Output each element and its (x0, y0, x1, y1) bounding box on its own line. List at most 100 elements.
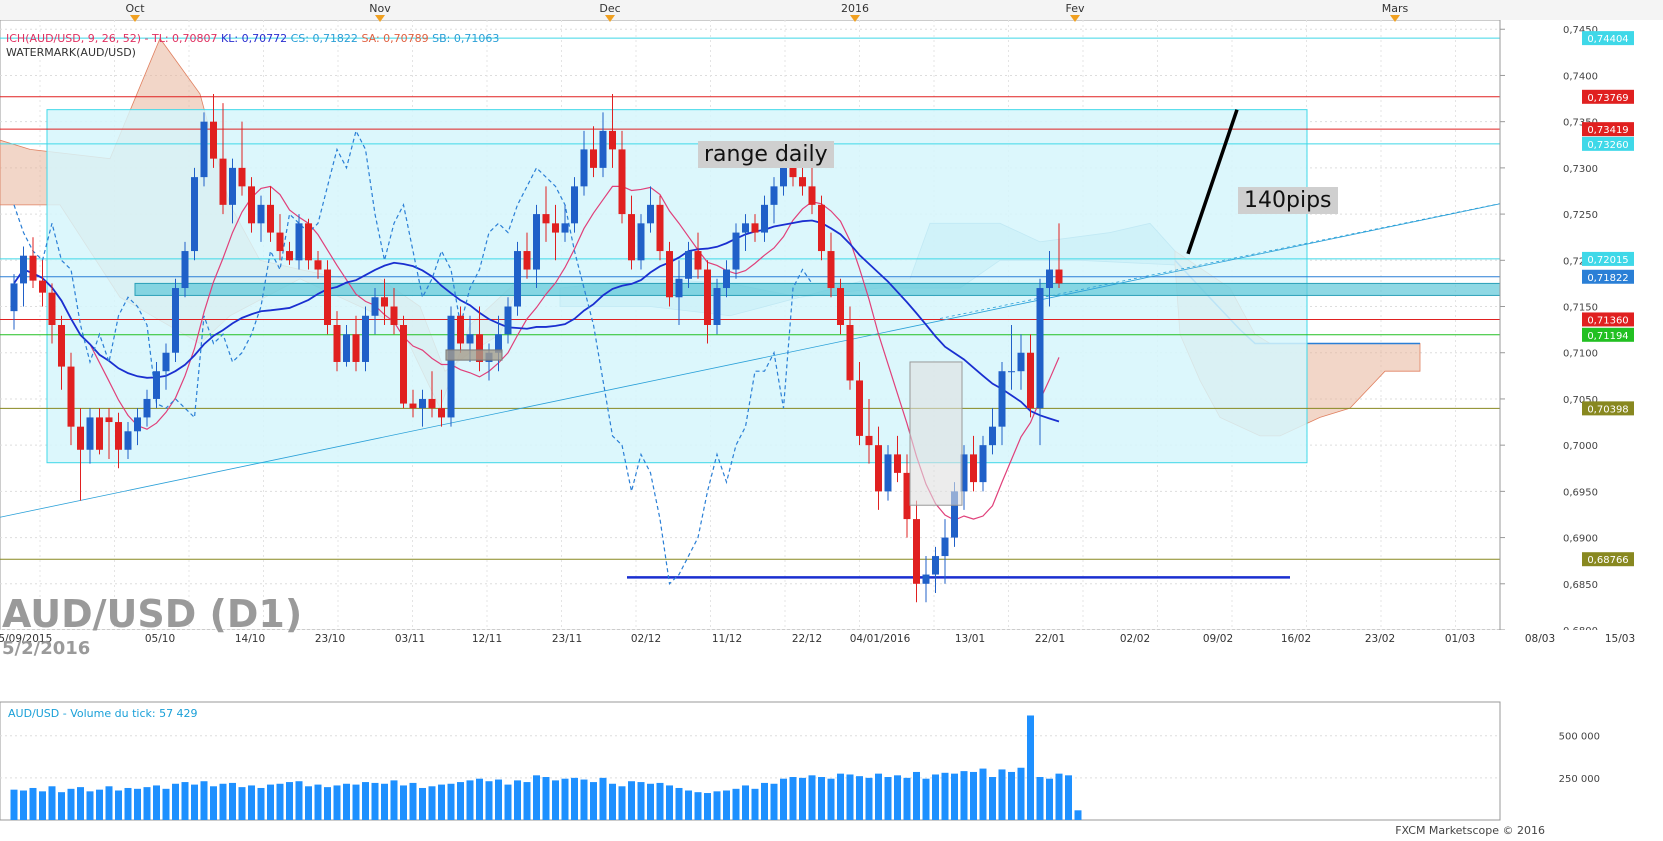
volume-bar (248, 785, 255, 820)
candle-body (438, 408, 445, 418)
candle-body (637, 223, 645, 261)
volume-bar (428, 786, 436, 820)
price-tick-label: 0,6950 (1563, 487, 1598, 498)
volume-bar (713, 791, 721, 820)
price-level-label: 0,71822 (1587, 273, 1628, 284)
date-tick-label: 12/11 (472, 633, 502, 645)
candle-body (704, 269, 711, 325)
volume-bar (153, 785, 160, 820)
candle-body (694, 251, 702, 270)
price-level-label: 0,73260 (1587, 140, 1628, 151)
candle-body (1008, 371, 1015, 373)
volume-bar (884, 777, 892, 820)
volume-bar (932, 774, 939, 820)
volume-panel: 500 000 250 000 (0, 701, 1600, 821)
candle-body (466, 334, 474, 344)
candle-body (998, 371, 1006, 427)
volume-bar (761, 782, 768, 820)
volume-bar (770, 783, 778, 820)
volume-bar (751, 788, 759, 820)
candle-body (580, 149, 588, 187)
candle-body (96, 417, 103, 450)
volume-bar (381, 783, 388, 820)
date-tick-label: 04/01/2016 (850, 633, 911, 645)
volume-bar (333, 785, 341, 820)
candle-body (267, 204, 274, 233)
ich-tl: TL: 0,70807 (151, 32, 218, 45)
candle-body (162, 352, 170, 372)
candle-body (941, 537, 949, 557)
volume-bar (371, 782, 379, 820)
volume-bar (628, 781, 635, 820)
candle-body (1046, 269, 1053, 289)
volume-tick-label: 500 000 (1559, 732, 1600, 743)
volume-bar (552, 780, 559, 820)
volume-bar (998, 769, 1006, 820)
candle-body (428, 398, 436, 409)
candle-body (504, 306, 512, 335)
volume-bar (837, 773, 844, 820)
volume-bar (1055, 773, 1063, 820)
candle-body (333, 325, 341, 362)
candle-body (400, 325, 407, 404)
volume-bar (1008, 771, 1015, 820)
volume-bar (181, 782, 189, 820)
volume-bar (922, 778, 930, 820)
candle-body (352, 334, 360, 362)
volume-bar (846, 774, 854, 820)
price-tick-label: 0,7250 (1563, 210, 1598, 221)
candle-body (86, 417, 94, 450)
candle-body (324, 269, 331, 325)
candle-body (713, 288, 721, 325)
price-level-label: 0,74404 (1587, 34, 1628, 45)
candle-body (181, 251, 189, 289)
candle-body (571, 186, 578, 224)
volume-bar (666, 785, 673, 820)
candle-body (884, 454, 892, 492)
volume-bar (970, 771, 977, 820)
candle-body (124, 431, 132, 450)
candle-body (419, 398, 426, 409)
volume-bar (305, 786, 312, 820)
candle-body (381, 297, 388, 307)
candle-body (143, 398, 151, 418)
candle-body (1055, 269, 1063, 284)
candle-body (409, 403, 417, 409)
candle-body (29, 255, 37, 281)
candle-body (894, 454, 901, 473)
candle-body (808, 186, 816, 205)
candle-body (77, 426, 84, 450)
volume-bar (827, 778, 835, 820)
candle-body (229, 167, 236, 205)
volume-bar (656, 782, 664, 820)
candle-body (305, 223, 312, 261)
volume-tick-label: 250 000 (1559, 774, 1600, 785)
volume-bar (618, 786, 626, 820)
volume-bar (523, 782, 531, 820)
candle-body (732, 232, 740, 270)
volume-bar (1074, 810, 1082, 820)
volume-bar (105, 786, 113, 820)
volume-bar (162, 788, 170, 820)
volume-bar (39, 791, 46, 820)
volume-bar (1027, 715, 1034, 820)
volume-bar (124, 787, 132, 820)
price-tick-label: 0,6850 (1563, 580, 1598, 591)
candle-body (846, 325, 854, 381)
volume-bar (267, 784, 274, 820)
volume-bar (941, 772, 949, 820)
volume-bar (457, 782, 464, 820)
month-label: 2016 (841, 2, 869, 15)
date-tick-label: 22/12 (792, 633, 822, 645)
volume-bar (143, 787, 151, 820)
volume-bar (200, 781, 208, 820)
candle-body (10, 283, 18, 312)
price-tick-label: 0,7150 (1563, 303, 1598, 314)
candle-body (837, 288, 844, 325)
date-tick-label: 01/03 (1445, 633, 1475, 645)
month-label: Fev (1065, 2, 1084, 15)
candle-body (609, 130, 616, 150)
volume-bar (960, 771, 968, 820)
ichimoku-legend: ICH(AUD/USD, 9, 26, 52) - TL: 0,70807 KL… (6, 32, 499, 45)
volume-bar (514, 780, 521, 820)
